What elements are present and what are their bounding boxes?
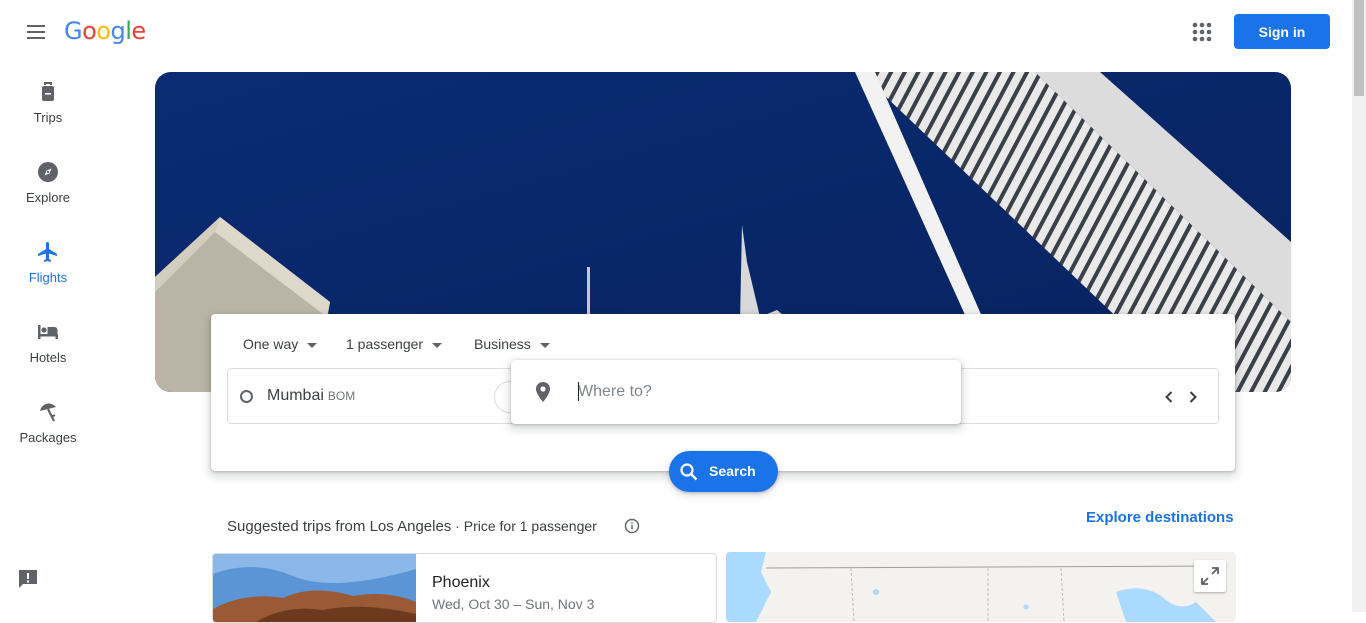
chevron-down-icon [307, 342, 318, 348]
origin-field[interactable]: Mumbai BOM [227, 368, 527, 424]
sidebar-item-label: Flights [28, 270, 68, 285]
trip-city: Phoenix [432, 574, 490, 591]
trip-type-value: One way [243, 336, 299, 352]
destination-input[interactable] [578, 378, 938, 406]
suggested-trips-title: Suggested trips from Los Angeles [227, 518, 452, 535]
logo-letter: g [110, 17, 126, 45]
sidebar-item-hotels[interactable]: Hotels [0, 312, 96, 384]
main-menu-button[interactable] [20, 16, 52, 48]
trip-type-dropdown[interactable]: One way [243, 336, 318, 352]
cabin-class-dropdown[interactable]: Business [474, 336, 550, 352]
send-feedback-button[interactable] [17, 568, 39, 590]
hamburger-icon [27, 25, 45, 27]
bed-icon [38, 325, 58, 339]
page-scrollbar[interactable] [1352, 0, 1366, 612]
location-pin-icon [536, 382, 550, 402]
text-cursor [578, 382, 579, 401]
logo-letter: G [64, 17, 83, 45]
chevron-down-icon [432, 342, 443, 348]
chevron-right-icon [1189, 391, 1197, 403]
trip-dates: Wed, Oct 30 – Sun, Nov 3 [432, 596, 595, 612]
luggage-icon [42, 82, 54, 101]
origin-city: Mumbai [267, 387, 324, 404]
sidebar-item-packages[interactable]: Packages [0, 392, 96, 464]
search-button[interactable]: Search [669, 451, 778, 492]
logo-letter: o [96, 17, 111, 45]
next-date-button[interactable] [1183, 387, 1203, 407]
trip-card[interactable]: Phoenix Wed, Oct 30 – Sun, Nov 3 [212, 553, 717, 623]
logo-letter: o [82, 17, 97, 45]
search-icon [680, 463, 698, 481]
sidebar-item-label: Hotels [29, 350, 67, 365]
google-apps-button[interactable] [1188, 18, 1216, 46]
info-icon[interactable] [624, 518, 640, 534]
beach-umbrella-icon [40, 403, 56, 422]
suggested-trips-heading: Suggested trips from Los Angeles · Price… [227, 518, 597, 535]
explore-destinations-link[interactable]: Explore destinations [1086, 509, 1234, 526]
origin-airport-code: BOM [327, 389, 356, 403]
google-logo[interactable]: Google [64, 17, 146, 45]
search-button-label: Search [709, 463, 756, 479]
scrollbar-thumb[interactable] [1354, 0, 1364, 96]
chevron-down-icon [539, 342, 550, 348]
passengers-dropdown[interactable]: 1 passenger [346, 336, 443, 352]
sidebar-item-label: Packages [19, 430, 77, 445]
hamburger-icon-line [27, 31, 45, 33]
origin-circle-icon [240, 390, 253, 403]
top-bar: Google Sign in [0, 0, 1352, 64]
sidebar-item-label: Trips [33, 110, 63, 125]
sidebar-item-flights[interactable]: Flights [0, 232, 96, 304]
previous-date-button[interactable] [1159, 387, 1179, 407]
apps-grid-icon [1192, 22, 1212, 42]
sidebar-item-trips[interactable]: Trips [0, 72, 96, 144]
passengers-value: 1 passenger [346, 336, 424, 352]
hamburger-icon-line [27, 37, 45, 39]
cabin-class-value: Business [474, 336, 531, 352]
sign-in-button[interactable]: Sign in [1234, 14, 1330, 49]
trip-photo [213, 554, 416, 622]
feedback-icon [19, 570, 37, 588]
sidebar-item-explore[interactable]: Explore [0, 152, 96, 224]
compass-icon [38, 162, 58, 182]
expand-map-button[interactable] [1194, 560, 1226, 592]
logo-letter: e [131, 17, 146, 45]
sidebar-item-label: Explore [25, 190, 71, 205]
fullscreen-icon [1201, 567, 1219, 585]
chevron-left-icon [1165, 391, 1173, 403]
airplane-icon [38, 242, 57, 262]
price-note: · Price for 1 passenger [451, 518, 597, 534]
departure-date-field[interactable] [959, 368, 1219, 424]
